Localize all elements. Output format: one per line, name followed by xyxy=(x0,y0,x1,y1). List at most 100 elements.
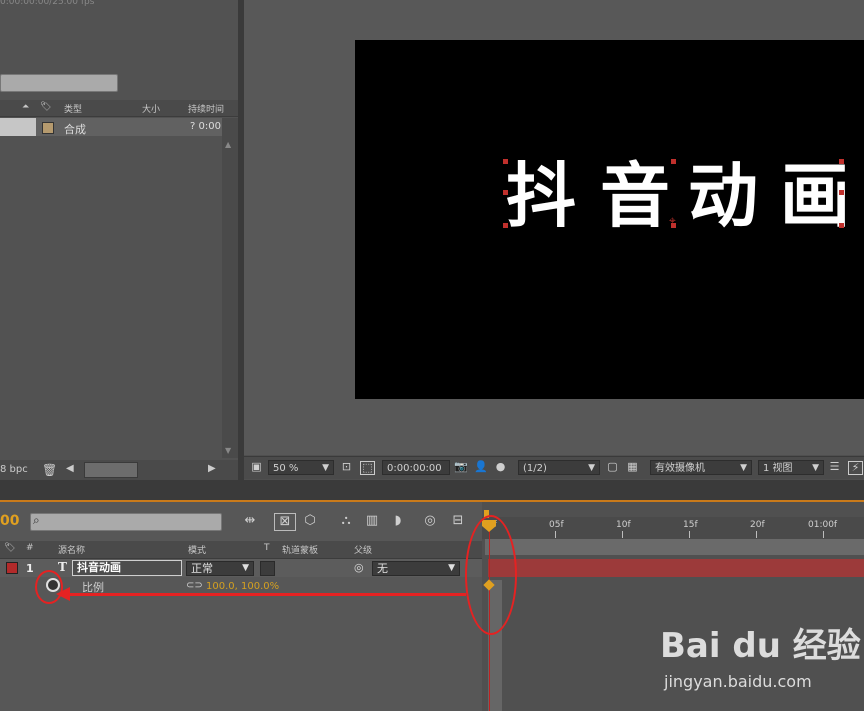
scroll-down-icon[interactable]: ▼ xyxy=(225,446,231,455)
view-layout-value: 1 视图 xyxy=(763,463,793,474)
channel-icon[interactable]: ● xyxy=(494,461,507,473)
zoom-dropdown[interactable]: 50 % ▼ xyxy=(268,460,334,475)
baidu-logo: Bai du 经验 xyxy=(660,626,861,666)
ruler-label: 20f xyxy=(750,520,765,530)
column-size[interactable]: 大小 xyxy=(142,102,160,115)
label-tag-icon[interactable]: 🏷 xyxy=(40,102,51,112)
brainstorm-icon[interactable]: ⊟ xyxy=(448,513,468,529)
ruler-label: 10f xyxy=(616,520,631,530)
graph-editor-icon[interactable]: ◎ xyxy=(420,513,440,529)
bbox-handle[interactable] xyxy=(839,223,844,228)
column-t[interactable]: T xyxy=(264,543,270,553)
resolution-dropdown[interactable]: (1/2) ▼ xyxy=(518,460,600,475)
layer-name-field[interactable]: 抖音动画 xyxy=(72,560,182,576)
baidu-watermark: Bai du 经验 jingyan.baidu.com xyxy=(660,618,864,708)
pick-whip-icon[interactable]: ◎ xyxy=(354,561,364,574)
draft-3d-icon[interactable]: ⬡ xyxy=(300,513,320,529)
constrain-proportions-icon[interactable]: ⊂⊃ xyxy=(186,580,203,591)
title-char-1: 抖 xyxy=(506,155,576,237)
layer-label-color[interactable] xyxy=(6,562,18,574)
anchor-point-icon[interactable]: ⌖ xyxy=(669,213,676,228)
chevron-down-icon: ▼ xyxy=(242,563,249,573)
ruler-tick xyxy=(756,531,757,538)
column-track-matte[interactable]: 轨道蒙板 xyxy=(282,543,318,556)
column-number[interactable]: # xyxy=(26,543,34,553)
column-parent[interactable]: 父级 xyxy=(354,543,372,556)
column-mode[interactable]: 模式 xyxy=(188,543,206,556)
show-snapshot-icon[interactable]: 👤 xyxy=(474,461,488,473)
bpc-label[interactable]: 8 bpc xyxy=(0,464,28,475)
preserve-transparency-checkbox[interactable] xyxy=(260,561,275,576)
chevron-down-icon: ▼ xyxy=(588,463,595,473)
work-area-bar[interactable] xyxy=(485,539,864,555)
viewer-toolbar: ▣ 50 % ▼ ⊡ ⬚ 0:00:00:00 📷 👤 ● (1/2) ▼ ▢ ▦ … xyxy=(244,456,864,479)
timecode-field[interactable]: 0:00:00:00 xyxy=(382,460,450,475)
camera-dropdown[interactable]: 有效摄像机 ▼ xyxy=(650,460,752,475)
project-footer: 8 bpc 🗑 ◀ ▶ xyxy=(0,460,238,480)
motion-blur-icon[interactable]: ◗ xyxy=(388,513,408,529)
label-tag-icon[interactable]: 🏷 xyxy=(4,543,15,553)
chevron-down-icon: ▼ xyxy=(448,563,455,573)
layer-duration-bar[interactable] xyxy=(488,559,864,577)
sort-icon[interactable]: ⏶ xyxy=(22,102,29,112)
layer-index: 1 xyxy=(26,562,34,575)
mask-visibility-icon[interactable]: ⬚ xyxy=(360,461,375,475)
pixel-aspect-icon[interactable]: ☰ xyxy=(828,461,841,473)
time-ruler[interactable] xyxy=(482,517,864,539)
zoom-value: 50 % xyxy=(273,463,299,474)
fast-preview-icon[interactable]: ⚡ xyxy=(848,461,863,475)
parent-value: 无 xyxy=(377,562,388,575)
chevron-down-icon: ▼ xyxy=(812,463,819,473)
title-char-3: 动 xyxy=(688,155,758,237)
comp-mini-flowchart-icon[interactable]: ⇹ xyxy=(240,513,260,529)
item-label-color xyxy=(42,122,54,134)
bbox-handle[interactable] xyxy=(839,159,844,164)
ruler-tick xyxy=(622,531,623,538)
text-layer-icon: T xyxy=(58,560,67,574)
view-layout-dropdown[interactable]: 1 视图 ▼ xyxy=(758,460,824,475)
panel-separator xyxy=(0,480,864,501)
project-item-duration: ? 0:00 xyxy=(190,121,221,132)
horizontal-scroll-thumb[interactable] xyxy=(84,462,138,478)
property-value[interactable]: 100.0, 100.0% xyxy=(206,581,279,592)
bbox-handle[interactable] xyxy=(503,159,508,164)
ruler-label: 05f xyxy=(549,520,564,530)
snapshot-icon[interactable]: 📷 xyxy=(454,461,468,473)
column-source-name[interactable]: 源名称 xyxy=(58,543,85,556)
chevron-down-icon: ▼ xyxy=(740,463,747,473)
baidu-url: jingyan.baidu.com xyxy=(664,672,812,691)
resolution-value: (1/2) xyxy=(523,463,547,474)
ruler-label: 01:00f xyxy=(808,520,838,530)
bbox-handle[interactable] xyxy=(839,190,844,195)
timeline-search-input[interactable] xyxy=(30,513,222,531)
project-item-selection xyxy=(0,118,36,136)
annotation-circle-keyframe xyxy=(465,515,517,635)
project-scrollbar[interactable]: ▲ ▼ xyxy=(222,118,238,458)
bbox-handle[interactable] xyxy=(503,190,508,195)
frame-blending-icon[interactable]: ▥ xyxy=(362,513,382,529)
scroll-right-icon[interactable]: ▶ xyxy=(208,463,216,474)
timeline-column-header: 🏷 # 源名称 模式 T 轨道蒙板 父级 xyxy=(0,541,482,559)
current-time-display[interactable]: 00 xyxy=(0,513,19,529)
hide-shy-layers-icon[interactable]: ⛬ xyxy=(336,513,356,529)
bbox-handle[interactable] xyxy=(503,223,508,228)
scroll-left-icon[interactable]: ◀ xyxy=(66,463,74,474)
scroll-up-icon[interactable]: ▲ xyxy=(225,140,231,149)
parent-dropdown[interactable]: 无 ▼ xyxy=(372,561,460,576)
column-type[interactable]: 类型 xyxy=(64,102,82,115)
project-column-header: ⏶ 🏷 类型 大小 持续时间 xyxy=(0,100,238,117)
ruler-tick xyxy=(823,531,824,538)
bbox-handle[interactable] xyxy=(671,159,676,164)
timecode-value: 0:00:00:00 xyxy=(387,463,442,474)
trash-icon[interactable]: 🗑 xyxy=(42,463,57,477)
camera-value: 有效摄像机 xyxy=(655,463,705,474)
project-search-input[interactable] xyxy=(0,74,118,92)
always-preview-icon[interactable]: ▣ xyxy=(250,461,263,473)
blend-mode-dropdown[interactable]: 正常 ▼ xyxy=(186,561,254,576)
safe-margins-icon[interactable]: ⊡ xyxy=(340,461,353,473)
region-of-interest-icon[interactable]: ▢ xyxy=(606,461,619,473)
live-update-icon[interactable]: ⊠ xyxy=(274,513,296,531)
column-duration[interactable]: 持续时间 xyxy=(188,102,224,115)
annotation-arrow-head xyxy=(56,587,70,601)
transparency-grid-icon[interactable]: ▦ xyxy=(626,461,639,473)
